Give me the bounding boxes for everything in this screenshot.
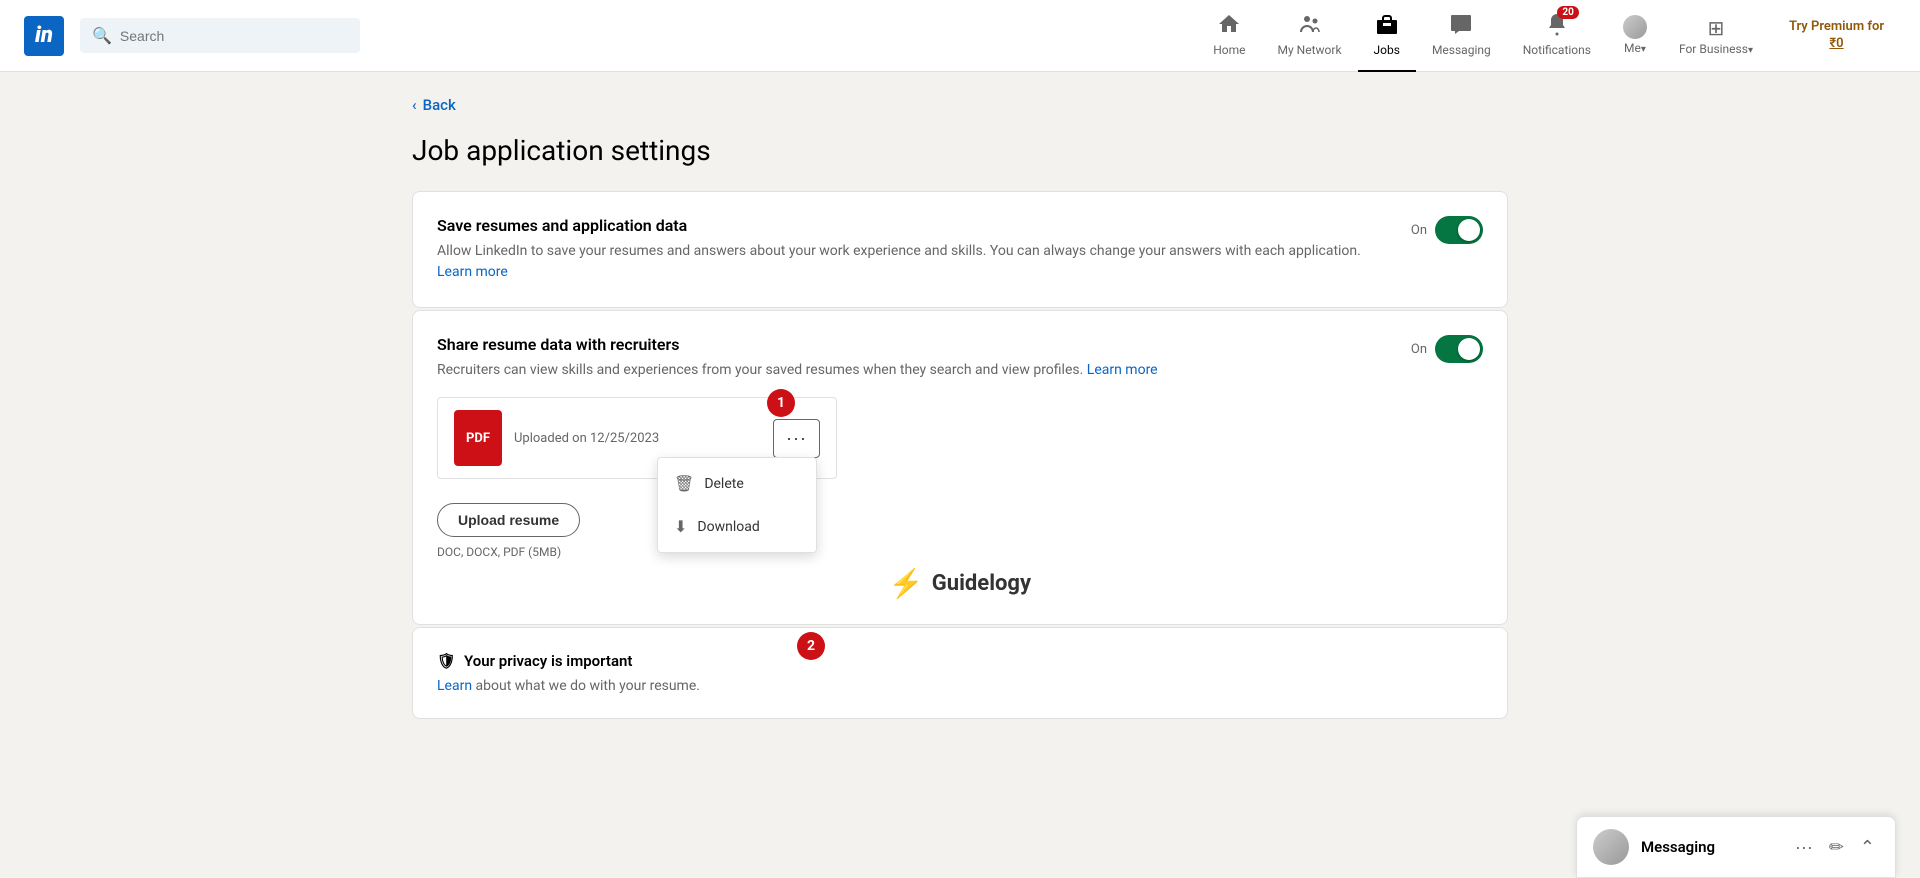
delete-label: Delete (704, 476, 743, 492)
pdf-label: PDF (466, 431, 490, 446)
back-link[interactable]: ‹ Back (412, 96, 1508, 114)
share-resume-desc-text: Recruiters can view skills and experienc… (437, 362, 1083, 378)
share-resume-learn-more[interactable]: Learn more (1087, 362, 1158, 378)
save-resumes-desc-text: Allow LinkedIn to save your resumes and … (437, 243, 1361, 259)
back-label: Back (423, 96, 456, 114)
resume-info: Uploaded on 12/25/2023 (514, 431, 773, 446)
nav-me-label: Me▾ (1624, 41, 1646, 55)
nav-messaging-label: Messaging (1432, 43, 1491, 57)
guidelogy-text: Guidelogy (932, 571, 1031, 596)
search-input[interactable] (120, 28, 348, 44)
save-resumes-section: Save resumes and application data Allow … (412, 191, 1508, 308)
nav-home-label: Home (1213, 43, 1245, 57)
page-title: Job application settings (412, 134, 1508, 167)
download-label: Download (697, 519, 759, 535)
share-resume-title: Share resume data with recruiters (437, 335, 1387, 354)
resume-section: PDF Uploaded on 12/25/2023 ··· 1 🗑 Delet… (437, 397, 1483, 600)
upload-resume-button[interactable]: Upload resume (437, 503, 580, 537)
upload-resume-label: Upload resume (458, 512, 559, 528)
file-formats: DOC, DOCX, PDF (5MB) (437, 545, 1483, 559)
messaging-bar: Messaging ··· ✏ ⌃ (1576, 816, 1896, 878)
messaging-more-button[interactable]: ··· (1791, 833, 1817, 862)
try-premium-line1: Try Premium for (1789, 19, 1884, 34)
nav-my-network-label: My Network (1278, 43, 1342, 57)
nav-for-business[interactable]: ⊞ For Business▾ (1663, 0, 1769, 72)
nav-notifications[interactable]: 20 Notifications (1507, 0, 1607, 72)
jobs-icon (1375, 12, 1399, 41)
shield-icon: 🛡 (437, 652, 456, 670)
privacy-learn-link[interactable]: Learn (437, 678, 472, 694)
dropdown-menu: 🗑 Delete ⬇ Download (657, 457, 817, 553)
main-nav: Home My Network Jobs Messaging 20 No (1197, 0, 1769, 72)
annotation-badge-2: 2 (797, 632, 825, 660)
privacy-section: 🛡 Your privacy is important Learn about … (412, 627, 1508, 719)
notifications-badge: 20 (1557, 6, 1578, 19)
linkedin-logo[interactable]: in (24, 16, 64, 56)
messaging-compose-button[interactable]: ✏ (1825, 833, 1848, 862)
nav-for-business-label: For Business▾ (1679, 42, 1753, 56)
nav-jobs[interactable]: Jobs (1358, 0, 1416, 72)
main-content: ‹ Back Job application settings Save res… (396, 72, 1524, 743)
download-icon: ⬇ (674, 517, 687, 536)
privacy-desc-suffix: about what we do with your resume. (476, 678, 700, 694)
my-network-icon (1298, 12, 1322, 41)
save-resumes-toggle-label: On (1411, 223, 1427, 238)
home-icon (1217, 12, 1241, 41)
header: in 🔍 Home My Network Jobs (0, 0, 1920, 72)
nav-jobs-label: Jobs (1374, 43, 1400, 57)
delete-option[interactable]: 🗑 Delete (658, 462, 816, 505)
save-resumes-title: Save resumes and application data (437, 216, 1387, 235)
search-icon: 🔍 (92, 26, 112, 45)
messaging-label: Messaging (1641, 838, 1779, 856)
notifications-icon: 20 (1545, 12, 1569, 41)
messaging-collapse-icon: ⌃ (1860, 837, 1875, 857)
search-bar[interactable]: 🔍 (80, 18, 360, 53)
nav-home[interactable]: Home (1197, 0, 1261, 72)
share-resume-toggle[interactable] (1435, 335, 1483, 363)
share-resume-desc: Recruiters can view skills and experienc… (437, 360, 1387, 381)
try-premium-link[interactable]: Try Premium for ₹0 (1777, 19, 1896, 53)
messaging-compose-icon: ✏ (1829, 837, 1844, 857)
logo-text: in (35, 23, 53, 48)
messaging-avatar (1593, 829, 1629, 865)
messaging-collapse-button[interactable]: ⌃ (1856, 833, 1879, 862)
share-resume-toggle-container: On (1411, 335, 1483, 363)
more-options-button[interactable]: ··· (773, 419, 820, 458)
privacy-text: Learn about what we do with your resume. (437, 678, 1483, 694)
trash-icon: 🗑 (674, 474, 694, 493)
save-resumes-learn-more[interactable]: Learn more (437, 264, 508, 280)
back-chevron-icon: ‹ (412, 96, 417, 114)
privacy-title: 🛡 Your privacy is important (437, 652, 1483, 670)
download-option[interactable]: ⬇ Download (658, 505, 816, 548)
messaging-icon (1449, 12, 1473, 41)
messaging-actions: ··· ✏ ⌃ (1791, 833, 1879, 862)
resume-date: Uploaded on 12/25/2023 (514, 431, 773, 446)
more-options-icon: ··· (786, 428, 807, 449)
try-premium-line2: ₹0 (1829, 36, 1843, 51)
share-resume-toggle-label: On (1411, 342, 1427, 357)
guidelogy-icon: ⚡ (889, 567, 924, 600)
save-resumes-toggle[interactable] (1435, 216, 1483, 244)
save-resumes-desc: Allow LinkedIn to save your resumes and … (437, 241, 1387, 283)
messaging-more-icon: ··· (1795, 837, 1813, 857)
pdf-icon: PDF (454, 410, 502, 466)
save-resumes-toggle-container: On (1411, 216, 1483, 244)
privacy-title-text: Your privacy is important (464, 652, 632, 670)
share-resume-section: Share resume data with recruiters Recrui… (412, 310, 1508, 625)
annotation-badge-1: 1 (767, 389, 795, 417)
nav-notifications-label: Notifications (1523, 43, 1591, 57)
nav-my-network[interactable]: My Network (1262, 0, 1358, 72)
grid-icon: ⊞ (1708, 16, 1725, 40)
nav-me[interactable]: Me▾ (1607, 0, 1663, 72)
nav-messaging[interactable]: Messaging (1416, 0, 1507, 72)
watermark: ⚡ Guidelogy (437, 567, 1483, 600)
me-avatar (1623, 15, 1647, 39)
